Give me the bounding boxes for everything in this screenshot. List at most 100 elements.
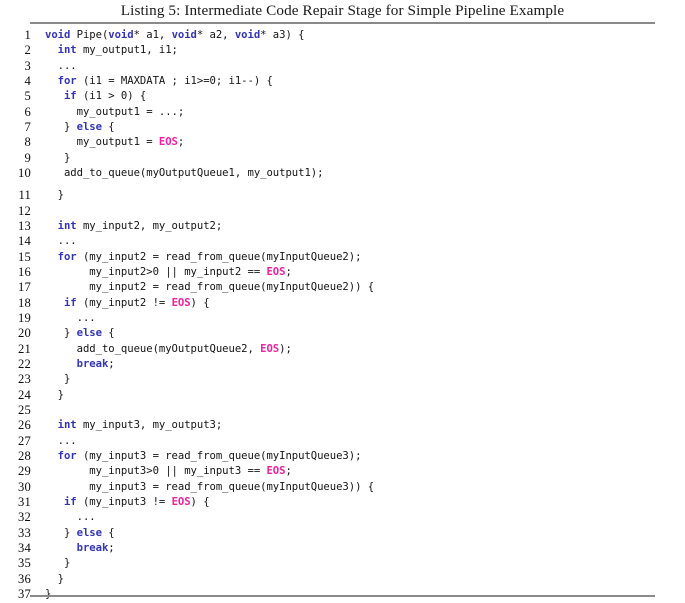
code-text: {: [101, 327, 115, 340]
line-source: add_to_queue(myOutputQueue1, my_output1)…: [45, 166, 324, 181]
line-source: }: [45, 388, 64, 403]
line-source: ...: [45, 434, 77, 449]
code-line: 26 int my_input3, my_output3;: [0, 418, 685, 433]
line-source: int my_input3, my_output3;: [45, 418, 223, 433]
line-number: 29: [18, 464, 31, 479]
code-text: ;: [285, 465, 292, 478]
line-number: 19: [18, 310, 31, 325]
code-line: 31 if (my_input3 != EOS) {: [0, 495, 685, 510]
code-text: Pipe(: [70, 29, 109, 41]
code-text: }: [45, 526, 77, 539]
line-source: if (my_input3 != EOS) {: [45, 495, 210, 510]
code-text: }: [45, 373, 71, 386]
code-text: ...: [45, 311, 96, 324]
code-text: my_output1 = ...;: [45, 105, 185, 118]
code-keyword: int: [57, 44, 77, 57]
line-source: } else {: [45, 326, 115, 341]
code-text: ;: [108, 358, 115, 371]
code-text: ;: [177, 136, 185, 149]
code-keyword: void: [234, 29, 261, 41]
code-text: my_input3>0 || my_input3 ==: [45, 465, 267, 478]
line-number: 36: [18, 571, 31, 586]
code-line: 22 break;: [0, 357, 685, 372]
line-number: 2: [24, 43, 31, 58]
code-line: 7 } else {: [0, 120, 685, 135]
code-text: ...: [45, 235, 77, 248]
line-number: 33: [18, 525, 31, 540]
code-text: {: [101, 526, 115, 539]
code-line: 15 for (my_input2 = read_from_queue(myIn…: [0, 250, 685, 265]
code-text: ;: [108, 542, 115, 555]
line-source: my_input3>0 || my_input3 == EOS;: [45, 464, 292, 479]
code-keyword: for: [57, 75, 77, 88]
code-text: add_to_queue(myOutputQueue2,: [45, 342, 261, 355]
code-keyword: void: [171, 29, 197, 41]
code-line: 12: [0, 204, 685, 219]
line-number: 30: [18, 479, 31, 494]
code-text: my_input3, my_output3;: [76, 419, 223, 432]
line-source: break;: [45, 357, 115, 372]
line-number: 25: [18, 403, 31, 418]
code-text: my_input2 = read_from_queue(myInputQueue…: [45, 281, 375, 294]
line-number: 23: [18, 372, 31, 387]
line-source: for (my_input3 = read_from_queue(myInput…: [45, 449, 362, 464]
code-keyword: if: [63, 496, 77, 509]
code-constant: EOS: [171, 296, 191, 309]
line-source: }: [45, 572, 64, 587]
line-number: 20: [18, 326, 31, 341]
code-line: 36 }: [0, 572, 685, 587]
line-source: break;: [45, 541, 115, 556]
code-text: {: [101, 121, 115, 134]
code-keyword: int: [57, 219, 77, 232]
code-text: * a3) {: [260, 29, 305, 41]
line-source: } else {: [45, 120, 115, 135]
code-text: my_output1, i1;: [76, 44, 178, 57]
code-line: 6 my_output1 = ...;: [0, 105, 685, 120]
code-keyword: else: [76, 121, 102, 134]
code-line: 30 my_input3 = read_from_queue(myInputQu…: [0, 480, 685, 495]
code-line: 24 }: [0, 388, 685, 403]
line-number: 15: [18, 249, 31, 264]
code-text: * a2,: [196, 29, 235, 41]
line-number: 5: [24, 89, 31, 104]
line-number: 4: [24, 74, 31, 89]
code-text: (my_input2 = read_from_queue(myInputQueu…: [76, 250, 362, 263]
line-number: 37: [18, 587, 31, 602]
code-text: my_input2>0 || my_input2 ==: [45, 265, 267, 278]
code-line: 25: [0, 403, 685, 418]
line-source: my_input3 = read_from_queue(myInputQueue…: [45, 480, 374, 495]
listing-caption: Listing 5: Intermediate Code Repair Stag…: [120, 2, 565, 19]
line-source: } else {: [45, 526, 115, 541]
line-number: 35: [18, 556, 31, 571]
code-text: ...: [45, 434, 77, 447]
code-line: 33 } else {: [0, 526, 685, 541]
line-source: ...: [45, 234, 77, 249]
line-number: 6: [24, 104, 31, 119]
code-line: 13 int my_input2, my_output2;: [0, 219, 685, 234]
code-text: ...: [45, 511, 96, 524]
line-source: ...: [45, 510, 96, 525]
code-line: 5 if (i1 > 0) {: [0, 89, 685, 104]
line-number: 3: [24, 58, 31, 73]
line-source: }: [45, 151, 70, 166]
code-line: 23 }: [0, 372, 685, 387]
code-line: 21 add_to_queue(myOutputQueue2, EOS);: [0, 342, 685, 357]
code-line: 29 my_input3>0 || my_input3 == EOS;: [0, 464, 685, 479]
line-source: }: [45, 372, 70, 387]
code-constant: EOS: [260, 342, 280, 355]
code-text: (i1 > 0) {: [76, 90, 147, 103]
line-source: }: [45, 556, 70, 571]
code-text: add_to_queue(myOutputQueue1, my_output1)…: [45, 167, 324, 180]
code-text: }: [45, 327, 77, 340]
line-source: int my_output1, i1;: [45, 43, 178, 58]
code-text: ) {: [190, 296, 210, 309]
line-number: 18: [18, 295, 31, 310]
code-keyword: break: [76, 358, 109, 371]
